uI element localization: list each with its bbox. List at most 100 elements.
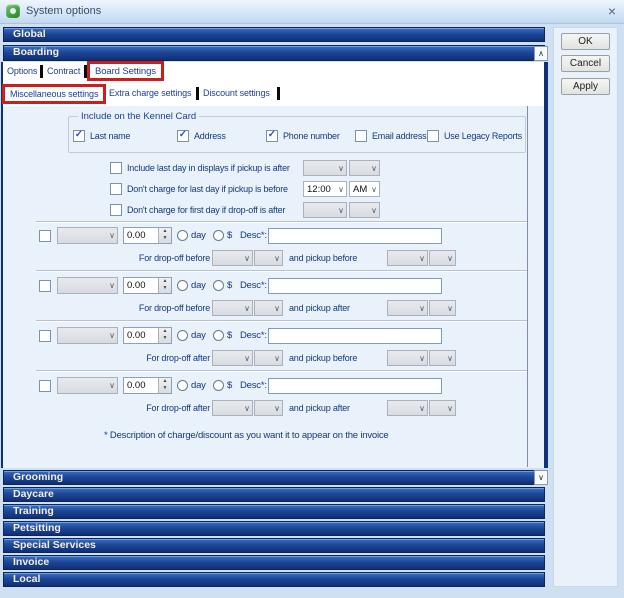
charge-rule-2-pickup-time-dropdown[interactable]: ∨ (387, 300, 428, 316)
charge-rule-2-dollar-radio[interactable] (213, 280, 224, 291)
subtab-discount-settings[interactable]: Discount settings (203, 88, 270, 98)
charge-rule-2-pickup-ampm-dropdown[interactable]: ∨ (429, 300, 456, 316)
charge-rule-1-checkbox[interactable] (39, 230, 51, 242)
charge-rule-2-dropoff-time-dropdown[interactable]: ∨ (212, 300, 253, 316)
divider (36, 370, 527, 371)
charge-rule-4-type-dropdown[interactable]: ∨ (57, 377, 118, 394)
chevron-down-icon: ∨ (538, 473, 544, 482)
charge-rule-1-pickup-time-dropdown[interactable]: ∨ (387, 250, 428, 266)
charge-rule-3-type-dropdown[interactable]: ∨ (57, 327, 118, 344)
chevron-down-icon: ∨ (419, 404, 425, 413)
section-daycare[interactable]: Daycare (3, 487, 545, 502)
email-checkbox[interactable] (355, 130, 367, 142)
tab-board-settings[interactable]: Board Settings (87, 61, 164, 81)
spinner-buttons[interactable]: ▲ ▼ (158, 228, 171, 243)
charge-rule-1-day-radio[interactable] (177, 230, 188, 241)
section-invoice[interactable]: Invoice (3, 555, 545, 570)
charge-rule-2-dropoff-ampm-dropdown[interactable]: ∨ (254, 300, 283, 316)
address-checkbox[interactable]: ✓ (177, 130, 189, 142)
spinner-down-icon: ▼ (162, 385, 168, 391)
charge-rule-3-pickup-ampm-dropdown[interactable]: ∨ (429, 350, 456, 366)
charge-rule-2-day-radio[interactable] (177, 280, 188, 291)
charge-rule-1-dropoff-time-dropdown[interactable]: ∨ (212, 250, 253, 266)
charge-rule-2-pickup-label: and pickup after (289, 303, 350, 313)
email-label: Email address (372, 131, 427, 141)
no-charge-first-day-ampm-dropdown[interactable]: ∨ (349, 202, 380, 218)
charge-rule-3-dropoff-time-dropdown[interactable]: ∨ (212, 350, 253, 366)
charge-rule-3-dropoff-ampm-dropdown[interactable]: ∨ (254, 350, 283, 366)
close-icon[interactable]: × (608, 2, 616, 20)
section-special-services[interactable]: Special Services (3, 538, 545, 553)
section-petsitting-label: Petsitting (13, 522, 61, 534)
charge-rule-1-desc-label: Desc*: (240, 230, 267, 241)
section-global-label: Global (13, 28, 46, 40)
charge-rule-4-desc-input[interactable] (268, 378, 442, 394)
chevron-down-icon: ∨ (447, 254, 453, 263)
section-local[interactable]: Local (3, 572, 545, 587)
no-charge-last-day-ampm-dropdown[interactable]: AM ∨ (349, 181, 380, 197)
phone-checkbox[interactable]: ✓ (266, 130, 278, 142)
charge-rule-1-desc-input[interactable] (268, 228, 442, 244)
section-grooming[interactable]: Grooming (3, 470, 545, 485)
section-local-label: Local (13, 573, 41, 585)
charge-rule-4-pickup-ampm-dropdown[interactable]: ∨ (429, 400, 456, 416)
tab-separator (196, 87, 199, 100)
scroll-down-button[interactable]: ∨ (534, 470, 548, 485)
charge-rule-3-pickup-time-dropdown[interactable]: ∨ (387, 350, 428, 366)
section-grooming-label: Grooming (13, 471, 64, 483)
no-charge-last-day-time-dropdown[interactable]: 12:00 ∨ (303, 181, 347, 197)
charge-rule-2-checkbox[interactable] (39, 280, 51, 292)
legacy-reports-checkbox[interactable] (427, 130, 439, 142)
charge-rule-4-dropoff-ampm-dropdown[interactable]: ∨ (254, 400, 283, 416)
charge-rule-1-dollar-radio[interactable] (213, 230, 224, 241)
charge-rule-3-desc-input[interactable] (268, 328, 442, 344)
no-charge-first-day-checkbox[interactable] (110, 204, 122, 216)
scroll-up-button[interactable]: ∧ (534, 46, 548, 61)
section-boarding-label: Boarding (13, 46, 60, 58)
spinner-buttons[interactable]: ▲ ▼ (158, 328, 171, 343)
section-boarding[interactable]: Boarding (3, 45, 545, 61)
charge-rule-4-day-radio[interactable] (177, 380, 188, 391)
charge-rule-1-amount-spinner[interactable]: 0.00 ▲ ▼ (123, 227, 172, 244)
charge-rule-2-type-dropdown[interactable]: ∨ (57, 277, 118, 294)
charge-rule-4-pickup-time-dropdown[interactable]: ∨ (387, 400, 428, 416)
charge-rule-4-dropoff-time-dropdown[interactable]: ∨ (212, 400, 253, 416)
charge-rule-1-type-dropdown[interactable]: ∨ (57, 227, 118, 244)
no-charge-first-day-time-dropdown[interactable]: ∨ (303, 202, 347, 218)
charge-rule-1-dropoff-ampm-dropdown[interactable]: ∨ (254, 250, 283, 266)
tab-contract[interactable]: Contract (47, 66, 80, 76)
apply-button[interactable]: Apply (561, 78, 610, 95)
include-last-day-ampm-dropdown[interactable]: ∨ (349, 160, 380, 176)
no-charge-last-day-checkbox[interactable] (110, 183, 122, 195)
section-global[interactable]: Global (3, 27, 545, 42)
subtab-miscellaneous-settings[interactable]: Miscellaneous settings (2, 84, 107, 104)
charge-rule-4-checkbox[interactable] (39, 380, 51, 392)
charge-rule-2-amount-spinner[interactable]: 0.00 ▲ ▼ (123, 277, 172, 294)
charge-rule-1-pickup-label: and pickup before (289, 253, 358, 263)
charge-rule-3-dollar-radio[interactable] (213, 330, 224, 341)
charge-rule-3-day-radio[interactable] (177, 330, 188, 341)
section-training[interactable]: Training (3, 504, 545, 519)
charge-rule-3-checkbox[interactable] (39, 330, 51, 342)
include-last-day-time-dropdown[interactable]: ∨ (303, 160, 347, 176)
charge-rule-2-desc-input[interactable] (268, 278, 442, 294)
check-icon: ✓ (178, 129, 188, 140)
charge-rule-1-pickup-ampm-dropdown[interactable]: ∨ (429, 250, 456, 266)
lastname-checkbox[interactable]: ✓ (73, 130, 85, 142)
chevron-down-icon: ∨ (109, 381, 115, 390)
charge-rule-4-dollar-radio[interactable] (213, 380, 224, 391)
subtab-extra-charge-settings[interactable]: Extra charge settings (109, 88, 192, 98)
charge-rule-4-amount-spinner[interactable]: 0.00 ▲ ▼ (123, 377, 172, 394)
ok-button[interactable]: OK (561, 33, 610, 50)
cancel-button[interactable]: Cancel (561, 55, 610, 72)
charge-rule-3-amount-spinner[interactable]: 0.00 ▲ ▼ (123, 327, 172, 344)
chevron-down-icon: ∨ (419, 354, 425, 363)
tab-options[interactable]: Options (7, 66, 37, 76)
spinner-buttons[interactable]: ▲ ▼ (158, 378, 171, 393)
include-last-day-checkbox[interactable] (110, 162, 122, 174)
spinner-up-icon: ▲ (162, 228, 168, 234)
spinner-buttons[interactable]: ▲ ▼ (158, 278, 171, 293)
section-petsitting[interactable]: Petsitting (3, 521, 545, 536)
chevron-down-icon: ∨ (419, 304, 425, 313)
chevron-down-icon: ∨ (447, 404, 453, 413)
